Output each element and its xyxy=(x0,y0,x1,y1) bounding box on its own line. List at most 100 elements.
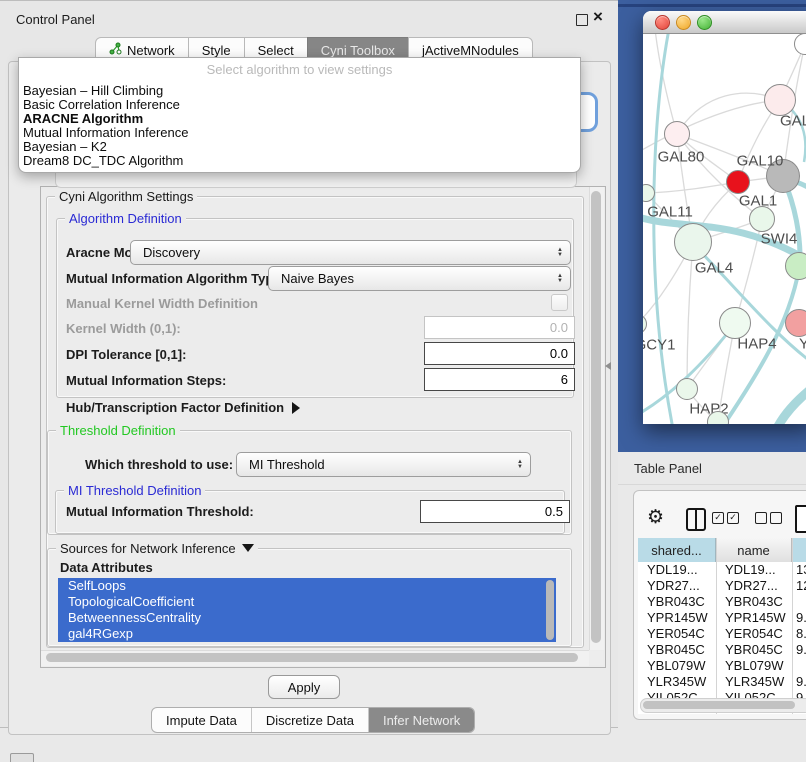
table-cell: 9. xyxy=(792,674,806,690)
close-icon[interactable]: × xyxy=(593,7,603,27)
algorithm-option[interactable]: ARACNE Algorithm xyxy=(23,112,576,126)
zoom-traffic-icon[interactable] xyxy=(697,15,712,30)
network-node[interactable] xyxy=(785,309,806,337)
vertical-scrollbar-thumb[interactable] xyxy=(591,191,601,643)
network-canvas[interactable]: GALGAL80GAL10GAL1GAL11GAL4SWI4GCY1HAP4YH… xyxy=(643,34,806,424)
network-node[interactable] xyxy=(749,206,775,232)
tab-label: Cyni Toolbox xyxy=(321,43,395,58)
algorithm-option[interactable]: Dream8 DC_TDC Algorithm xyxy=(23,154,576,168)
network-node-label: Y xyxy=(799,336,806,353)
column-header[interactable]: name xyxy=(716,538,792,562)
table-cell: YDR27... xyxy=(716,578,792,594)
deselect-all-icon[interactable] xyxy=(770,512,782,524)
table-body: YDL19...YDL19...13YDR27...YDR27...12YBR0… xyxy=(638,562,806,706)
algorithm-option[interactable]: Basic Correlation Inference xyxy=(23,98,576,112)
sources-group-title[interactable]: Sources for Network Inference xyxy=(56,541,258,556)
table-horizontal-scrollbar-thumb[interactable] xyxy=(643,701,795,709)
network-node-label: GAL1 xyxy=(739,193,777,210)
table-cell: YER054C xyxy=(716,626,792,642)
bottom-left-icon[interactable] xyxy=(10,753,34,762)
aracne-mode-select[interactable]: Discovery ▲▼ xyxy=(130,240,571,265)
table-cell: YBL079W xyxy=(716,658,792,674)
table-row[interactable]: YPR145WYPR145W9. xyxy=(638,610,806,626)
network-node[interactable] xyxy=(674,223,712,261)
tab-label: Style xyxy=(202,43,231,58)
table-row[interactable]: YBL079WYBL079W xyxy=(638,658,806,674)
network-node[interactable] xyxy=(726,170,750,194)
table-cell: YDL19... xyxy=(716,562,792,578)
collapse-arrow-icon[interactable] xyxy=(242,544,254,552)
mi-steps-label: Mutual Information Steps: xyxy=(66,373,226,388)
settings-gear-icon[interactable]: ⚙ xyxy=(647,506,664,529)
float-window-icon[interactable] xyxy=(576,14,588,26)
table-row[interactable]: YDR27...YDR27...12 xyxy=(638,578,806,594)
table-cell: 12 xyxy=(792,578,806,594)
algorithm-option[interactable]: Bayesian – K2 xyxy=(23,140,576,154)
table-cell: YBR045C xyxy=(716,642,792,658)
network-node-label: GAL xyxy=(780,113,806,130)
stepper-arrows-icon: ▲▼ xyxy=(557,248,563,258)
dpi-tolerance-field[interactable]: 0.0 xyxy=(424,342,575,365)
network-window-titlebar[interactable] xyxy=(643,11,806,34)
apply-button[interactable]: Apply xyxy=(268,675,340,699)
data-attribute-item[interactable]: TopologicalCoefficient xyxy=(58,594,556,610)
manual-kernel-width-checkbox[interactable] xyxy=(551,294,568,311)
algorithm-option[interactable]: Mutual Information Inference xyxy=(23,126,576,140)
mi-threshold-field[interactable]: 0.5 xyxy=(420,500,570,523)
tab-discretize-data[interactable]: Discretize Data xyxy=(251,708,368,732)
cyni-settings-group-title: Cyni Algorithm Settings xyxy=(55,189,197,204)
tab-infer-network[interactable]: Infer Network xyxy=(368,708,474,732)
minimize-traffic-icon[interactable] xyxy=(676,15,691,30)
mi-steps-field[interactable]: 6 xyxy=(424,368,575,391)
table-row[interactable]: YLR345WYLR345W9. xyxy=(638,674,806,690)
horizontal-scrollbar-thumb[interactable] xyxy=(46,653,578,662)
mi-algorithm-type-select[interactable]: Naive Bayes ▲▼ xyxy=(268,266,571,291)
network-node-label: SWI4 xyxy=(761,231,798,248)
splitter-collapse-arrow[interactable] xyxy=(605,362,611,370)
network-node-label: GAL80 xyxy=(658,149,705,166)
algorithm-dropdown-popup: Select algorithm to view settings Bayesi… xyxy=(18,57,581,173)
network-node[interactable] xyxy=(785,252,806,280)
column-header[interactable]: shared... xyxy=(638,538,716,562)
mi-threshold-value: 0.5 xyxy=(545,504,563,519)
data-attribute-item[interactable]: BetweennessCentrality xyxy=(58,610,556,626)
hub-definition-expander[interactable]: Hub/Transcription Factor Definition xyxy=(66,400,300,415)
apply-button-label: Apply xyxy=(288,680,321,695)
table-cell: YER054C xyxy=(638,626,716,642)
desktop-accent-line xyxy=(618,4,806,7)
select-all-icon[interactable]: ✓ xyxy=(712,512,724,524)
kernel-width-field[interactable]: 0.0 xyxy=(424,316,575,339)
table-row[interactable]: YBR043CYBR043C xyxy=(638,594,806,610)
table-row[interactable]: YDL19...YDL19...13 xyxy=(638,562,806,578)
expand-arrow-icon[interactable] xyxy=(292,402,300,414)
document-icon[interactable] xyxy=(795,505,806,533)
mi-threshold-label: Mutual Information Threshold: xyxy=(66,504,254,519)
table-row[interactable]: YBR045CYBR045C9. xyxy=(638,642,806,658)
network-node[interactable] xyxy=(764,84,796,116)
column-header[interactable] xyxy=(792,538,806,562)
deselect-all-icon[interactable] xyxy=(755,512,767,524)
network-node[interactable] xyxy=(664,121,690,147)
tab-impute-data[interactable]: Impute Data xyxy=(152,708,251,732)
data-attribute-item[interactable]: SelfLoops xyxy=(58,578,556,594)
network-node[interactable] xyxy=(719,307,751,339)
select-all-icon[interactable]: ✓ xyxy=(727,512,739,524)
algorithm-option[interactable]: Bayesian – Hill Climbing xyxy=(23,84,576,98)
screen: Control Panel × Network Style Select Cyn… xyxy=(0,0,806,762)
algorithm-definition-title: Algorithm Definition xyxy=(65,211,186,226)
table-cell: 13 xyxy=(792,562,806,578)
data-attribute-item[interactable]: gal4RGexp xyxy=(58,626,556,642)
network-node-label: GCY1 xyxy=(643,337,675,354)
network-node-label: GAL10 xyxy=(737,153,784,170)
table-row[interactable]: YER054CYER054C8. xyxy=(638,626,806,642)
network-node[interactable] xyxy=(676,378,698,400)
which-threshold-value: MI Threshold xyxy=(249,457,325,472)
close-traffic-icon[interactable] xyxy=(655,15,670,30)
which-threshold-select[interactable]: MI Threshold ▲▼ xyxy=(236,452,531,477)
split-columns-icon[interactable] xyxy=(686,508,706,531)
which-threshold-label: Which threshold to use: xyxy=(85,457,233,472)
attributes-scrollbar-thumb[interactable] xyxy=(546,580,554,640)
network-node-label: GAL4 xyxy=(695,260,733,277)
bottom-tabbar: Impute Data Discretize Data Infer Networ… xyxy=(151,707,475,733)
tab-label: Impute Data xyxy=(166,713,237,728)
